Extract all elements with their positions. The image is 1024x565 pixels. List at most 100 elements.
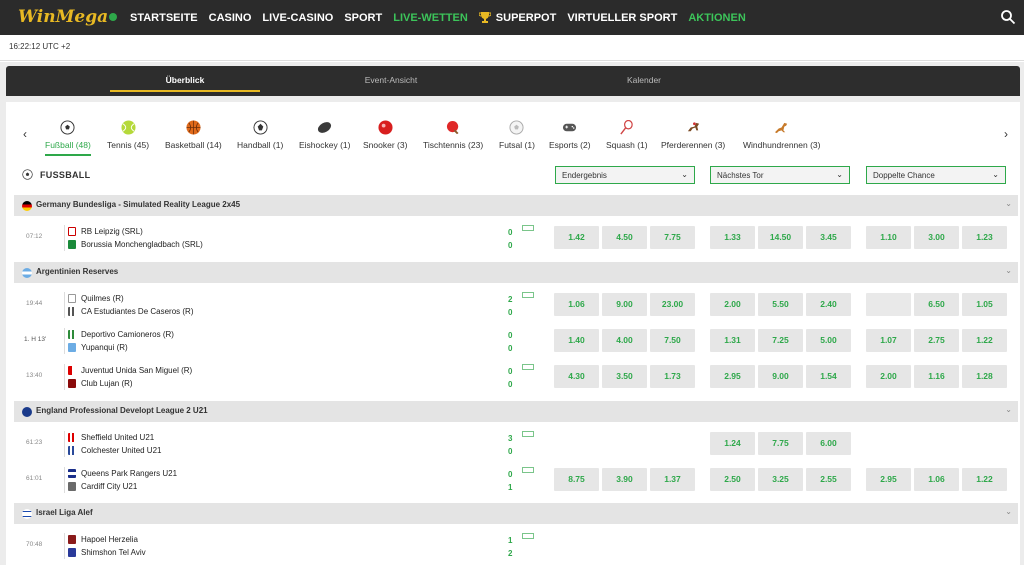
nav-sport[interactable]: SPORT [344, 12, 382, 24]
sport-tennis[interactable]: Tennis (45) [107, 120, 149, 150]
sport-handball[interactable]: Handball (1) [237, 120, 283, 150]
odds-button[interactable]: 1.24 [710, 432, 755, 455]
stats-icon[interactable] [522, 533, 534, 539]
sport-esports[interactable]: Esports (2) [549, 120, 591, 150]
divider [64, 467, 65, 493]
market-dropdown-3[interactable]: Doppelte Chance ⌄ [866, 166, 1006, 184]
market-dropdown-2[interactable]: Nächstes Tor ⌄ [710, 166, 850, 184]
winmega-logo[interactable]: WinMega [18, 6, 118, 28]
carousel-left-arrow[interactable]: ‹ [18, 127, 32, 141]
sport-squash[interactable]: Squash (1) [606, 120, 648, 150]
odds-button[interactable]: 4.30 [554, 365, 599, 388]
match-row[interactable]: 61:23 Sheffield United U21 Colchester Un… [14, 427, 1018, 461]
market-dropdown-1[interactable]: Endergebnis ⌄ [555, 166, 695, 184]
odds-button[interactable]: 3.45 [806, 226, 851, 249]
tab-event-ansicht[interactable]: Event-Ansicht [316, 66, 466, 96]
odds-button[interactable]: 3.90 [602, 468, 647, 491]
odds-button[interactable]: 6.50 [914, 293, 959, 316]
odds-button[interactable]: 1.06 [554, 293, 599, 316]
sport-fussball[interactable]: Fußball (48) [45, 120, 91, 156]
odds-button[interactable]: 23.00 [650, 293, 695, 316]
odds-button[interactable]: 7.75 [650, 226, 695, 249]
odds-button[interactable]: 2.95 [866, 468, 911, 491]
league-header-england[interactable]: England Professional Developt League 2 U… [14, 401, 1018, 422]
odds-button[interactable]: 2.50 [710, 468, 755, 491]
nav-virtueller-sport[interactable]: VIRTUELLER SPORT [567, 12, 677, 24]
odds-button[interactable]: 3.00 [914, 226, 959, 249]
odds-button[interactable]: 1.40 [554, 329, 599, 352]
odds-button[interactable]: 1.31 [710, 329, 755, 352]
odds-button[interactable]: 1.33 [710, 226, 755, 249]
sport-snooker[interactable]: Snooker (3) [363, 120, 407, 150]
stats-icon[interactable] [522, 364, 534, 370]
odds-button[interactable]: 3.50 [602, 365, 647, 388]
odds-button[interactable]: 4.00 [602, 329, 647, 352]
home-score: 2 [508, 295, 513, 304]
odds-button[interactable]: 1.06 [914, 468, 959, 491]
match-row[interactable]: 70:48 Hapoel Herzelia Shimshon Tel Aviv … [14, 529, 1018, 563]
carousel-right-arrow[interactable]: › [999, 127, 1013, 141]
odds-button[interactable]: 1.73 [650, 365, 695, 388]
odds-button[interactable]: 14.50 [758, 226, 803, 249]
odds-button[interactable]: 9.00 [758, 365, 803, 388]
odds-button[interactable]: 1.42 [554, 226, 599, 249]
odds-button[interactable]: 1.07 [866, 329, 911, 352]
away-team: Colchester United U21 [68, 446, 161, 455]
nav-aktionen[interactable]: AKTIONEN [688, 12, 745, 24]
odds-button[interactable]: 2.95 [710, 365, 755, 388]
argentina-flag-icon [22, 268, 32, 278]
tab-kalender[interactable]: Kalender [569, 66, 719, 96]
odds-button[interactable]: 1.16 [914, 365, 959, 388]
nav-startseite[interactable]: STARTSEITE [130, 12, 198, 24]
odds-button[interactable]: 2.75 [914, 329, 959, 352]
odds-button[interactable]: 1.05 [962, 293, 1007, 316]
nav-live-casino[interactable]: LIVE-CASINO [262, 12, 333, 24]
odds-button[interactable]: 2.00 [710, 293, 755, 316]
odds-button[interactable]: 8.75 [554, 468, 599, 491]
odds-button[interactable]: 2.00 [866, 365, 911, 388]
chevron-down-icon: ⌄ [1005, 507, 1012, 516]
odds-button[interactable]: 1.37 [650, 468, 695, 491]
sport-eishockey[interactable]: Eishockey (1) [299, 120, 351, 150]
odds-button[interactable]: 7.75 [758, 432, 803, 455]
match-time: 13:40 [26, 372, 43, 379]
odds-button[interactable] [866, 293, 911, 316]
home-team: Deportivo Camioneros (R) [68, 330, 174, 339]
search-icon[interactable] [1000, 9, 1016, 25]
shirt-icon [68, 482, 76, 491]
away-team-name: Shimshon Tel Aviv [81, 548, 146, 557]
nav-superpot[interactable]: SUPERPOT [478, 11, 556, 24]
sport-basketball[interactable]: Basketball (14) [165, 120, 222, 150]
away-team: CA Estudiantes De Caseros (R) [68, 307, 194, 316]
sport-tischtennis[interactable]: Tischtennis (23) [423, 120, 483, 150]
odds-button[interactable]: 1.23 [962, 226, 1007, 249]
sport-futsal[interactable]: Futsal (1) [499, 120, 535, 150]
odds-button[interactable]: 1.28 [962, 365, 1007, 388]
odds-button[interactable]: 6.00 [806, 432, 851, 455]
league-header-israel[interactable]: Israel Liga Alef ⌄ [14, 503, 1018, 524]
odds-button[interactable]: 7.50 [650, 329, 695, 352]
odds-button[interactable]: 4.50 [602, 226, 647, 249]
stats-icon[interactable] [522, 292, 534, 298]
stats-icon[interactable] [522, 225, 534, 231]
odds-button[interactable]: 5.50 [758, 293, 803, 316]
league-header-germany[interactable]: Germany Bundesliga - Simulated Reality L… [14, 195, 1018, 216]
nav-casino[interactable]: CASINO [209, 12, 252, 24]
sport-pferderennen[interactable]: Pferderennen (3) [661, 120, 725, 150]
odds-button[interactable]: 1.22 [962, 468, 1007, 491]
odds-button[interactable]: 2.40 [806, 293, 851, 316]
odds-button[interactable]: 1.22 [962, 329, 1007, 352]
odds-button[interactable]: 5.00 [806, 329, 851, 352]
stats-icon[interactable] [522, 467, 534, 473]
odds-button[interactable]: 7.25 [758, 329, 803, 352]
odds-button[interactable]: 1.10 [866, 226, 911, 249]
nav-live-wetten[interactable]: LIVE-WETTEN [393, 12, 468, 24]
odds-button[interactable]: 2.55 [806, 468, 851, 491]
odds-button[interactable]: 9.00 [602, 293, 647, 316]
odds-button[interactable]: 3.25 [758, 468, 803, 491]
sport-windhundrennen[interactable]: Windhundrennen (3) [743, 120, 821, 150]
odds-button[interactable]: 1.54 [806, 365, 851, 388]
stats-icon[interactable] [522, 431, 534, 437]
league-header-argentina[interactable]: Argentinien Reserves ⌄ [14, 262, 1018, 283]
tab-ueberblick[interactable]: Überblick [110, 66, 260, 96]
